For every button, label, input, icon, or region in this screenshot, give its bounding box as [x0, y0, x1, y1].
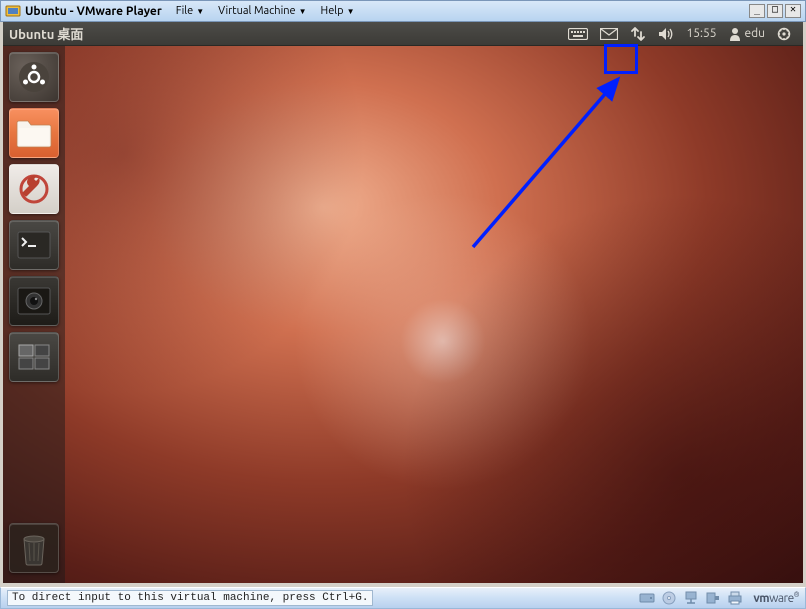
launcher-dash-home[interactable]: [9, 52, 59, 102]
device-harddisk-icon[interactable]: [639, 590, 655, 606]
launcher-files[interactable]: [9, 108, 59, 158]
minimize-button[interactable]: _: [749, 4, 765, 18]
unity-top-panel: Ubuntu 桌面 15:55 edu: [3, 22, 803, 46]
panel-title: Ubuntu 桌面: [9, 24, 83, 43]
window-controls: _ □ ✕: [749, 4, 801, 18]
user-indicator[interactable]: edu: [723, 22, 772, 46]
vmware-player-icon: [5, 3, 21, 19]
vmware-brand-label: vmware®: [753, 591, 799, 605]
user-icon: [729, 27, 741, 41]
network-indicator-icon[interactable]: [624, 22, 652, 46]
vmware-titlebar: Ubuntu - VMware Player File▼ Virtual Mac…: [0, 0, 806, 22]
launcher-trash[interactable]: [9, 523, 59, 573]
clock-indicator[interactable]: 15:55: [680, 27, 722, 40]
launcher-settings[interactable]: [9, 164, 59, 214]
folder-icon: [15, 117, 53, 149]
launcher-terminal[interactable]: [9, 220, 59, 270]
launcher-workspace-switcher[interactable]: [9, 332, 59, 382]
vmware-device-icons: [639, 590, 753, 606]
launcher-camera[interactable]: [9, 276, 59, 326]
ubuntu-logo-icon: [16, 59, 52, 95]
settings-wrench-icon: [17, 172, 51, 206]
user-name-label: edu: [745, 27, 766, 40]
trash-icon: [18, 529, 50, 567]
vmware-menubar: File▼ Virtual Machine▼ Help▼: [170, 3, 361, 19]
menu-virtual-machine[interactable]: Virtual Machine▼: [212, 3, 312, 19]
device-cd-icon[interactable]: [661, 590, 677, 606]
webcam-icon: [16, 286, 52, 316]
device-sound-icon[interactable]: [705, 590, 721, 606]
guest-display: Ubuntu 桌面 15:55 edu: [3, 22, 803, 583]
mail-indicator-icon[interactable]: [594, 22, 624, 46]
maximize-button[interactable]: □: [767, 4, 783, 18]
vmware-statusbar: To direct input to this virtual machine,…: [0, 587, 806, 609]
menu-file[interactable]: File▼: [170, 3, 210, 19]
workspace-icon: [17, 343, 51, 371]
status-message: To direct input to this virtual machine,…: [7, 590, 373, 606]
device-printer-icon[interactable]: [727, 590, 743, 606]
menu-help[interactable]: Help▼: [315, 3, 361, 19]
desktop-wallpaper[interactable]: [3, 46, 803, 583]
vmware-window-title: Ubuntu - VMware Player: [25, 5, 162, 18]
session-indicator-icon[interactable]: [771, 22, 797, 46]
close-button[interactable]: ✕: [785, 4, 801, 18]
device-network-icon[interactable]: [683, 590, 699, 606]
terminal-icon: [16, 230, 52, 260]
sound-indicator-icon[interactable]: [652, 22, 680, 46]
keyboard-indicator-icon[interactable]: [562, 22, 594, 46]
unity-launcher: [3, 46, 65, 583]
